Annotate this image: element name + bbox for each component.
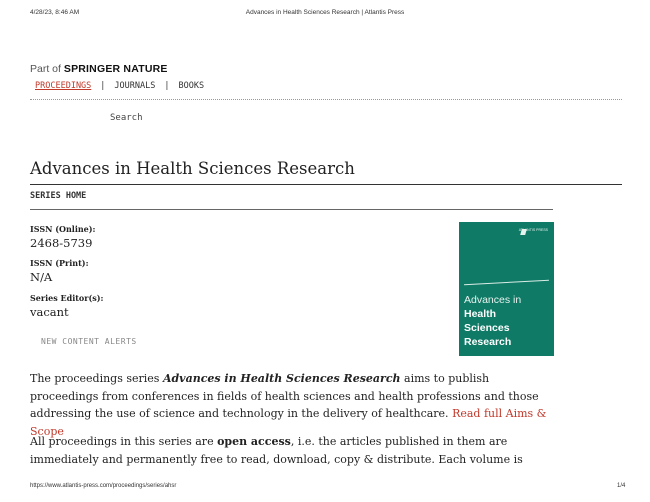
print-url: https://www.atlantis-press.com/proceedin… bbox=[30, 483, 177, 489]
search-link[interactable]: Search bbox=[110, 113, 143, 123]
series-editor-label: Series Editor(s): bbox=[30, 293, 104, 303]
cover-title-line2: Health bbox=[464, 308, 497, 320]
issn-online-value: 2468-5739 bbox=[30, 236, 93, 250]
nav-divider bbox=[30, 99, 622, 100]
aims-paragraph: The proceedings series Advances in Healt… bbox=[30, 370, 555, 440]
open-access-emphasis: open access bbox=[217, 435, 291, 448]
print-page-number: 1/4 bbox=[617, 483, 626, 489]
nav-books-link[interactable]: BOOKS bbox=[179, 81, 205, 91]
print-title: Advances in Health Sciences Research | A… bbox=[245, 9, 405, 16]
series-home-divider bbox=[30, 209, 553, 210]
cover-divider bbox=[464, 279, 549, 286]
brand-name: SPRINGER NATURE bbox=[63, 63, 168, 75]
issn-print-value: N/A bbox=[30, 270, 53, 284]
series-editor-value: vacant bbox=[30, 305, 69, 319]
springer-nature-logo[interactable]: Part of SPRINGER NATURE bbox=[30, 63, 168, 75]
print-header: 4/28/23, 8:46 AM Advances in Health Scie… bbox=[0, 9, 650, 21]
nav-separator: | bbox=[100, 81, 106, 91]
new-content-alerts-button[interactable]: NEW CONTENT ALERTS bbox=[41, 337, 137, 346]
aims-lead-text: The proceedings series bbox=[30, 372, 163, 385]
cover-title-line4: Research bbox=[464, 336, 512, 348]
open-access-lead-text: All proceedings in this series are bbox=[30, 435, 218, 448]
series-home-tab[interactable]: SERIES HOME bbox=[30, 191, 86, 201]
nav-separator: | bbox=[164, 81, 170, 91]
nav-journals-link[interactable]: JOURNALS bbox=[114, 81, 155, 91]
part-of-label: Part of bbox=[30, 63, 61, 75]
issn-online-label: ISSN (Online): bbox=[30, 224, 96, 234]
series-cover-image: ATLANTIS PRESS Advances in Health Scienc… bbox=[459, 222, 554, 356]
cover-title-line3: Sciences bbox=[464, 322, 510, 334]
series-name-emphasis: Advances in Health Sciences Research bbox=[162, 372, 401, 385]
page-title: Advances in Health Sciences Research bbox=[30, 159, 355, 178]
open-access-paragraph: All proceedings in this series are open … bbox=[30, 433, 555, 468]
nav-proceedings-link[interactable]: PROCEEDINGS bbox=[35, 81, 91, 91]
title-divider bbox=[30, 184, 622, 185]
top-nav: PROCEEDINGS | JOURNALS | BOOKS bbox=[35, 81, 204, 91]
issn-print-label: ISSN (Print): bbox=[30, 258, 89, 268]
cover-publisher: ATLANTIS PRESS bbox=[518, 228, 548, 232]
cover-title-line1: Advances in bbox=[464, 294, 522, 306]
